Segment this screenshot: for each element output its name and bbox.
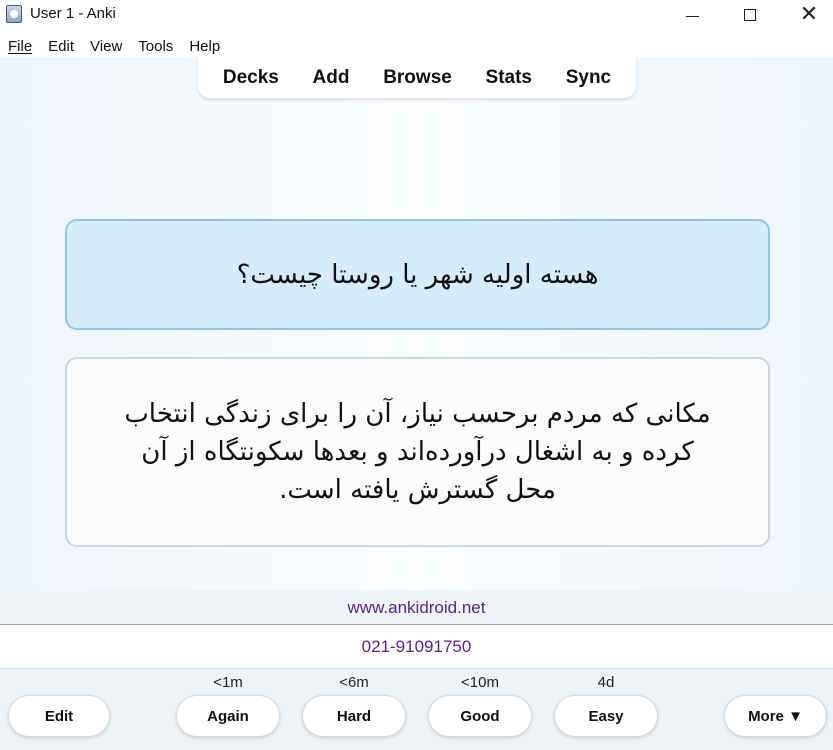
close-icon: ✕ bbox=[799, 2, 819, 27]
review-area: Decks Add Browse Stats Sync هسته اولیه ش… bbox=[0, 57, 833, 590]
top-toolbar: Decks Add Browse Stats Sync bbox=[198, 57, 636, 98]
menu-bar: File Edit View Tools Help bbox=[0, 34, 833, 58]
website-link[interactable]: www.ankidroid.net bbox=[348, 598, 486, 618]
toolbar-stats[interactable]: Stats bbox=[486, 67, 532, 89]
menu-view[interactable]: View bbox=[82, 38, 130, 55]
edit-label: Edit bbox=[44, 707, 74, 725]
toolbar-browse[interactable]: Browse bbox=[383, 67, 452, 89]
minimize-icon bbox=[685, 15, 699, 17]
menu-tools[interactable]: Tools bbox=[130, 38, 181, 55]
maximize-icon bbox=[744, 9, 756, 21]
toolbar-sync[interactable]: Sync bbox=[566, 67, 611, 89]
toolbar-add[interactable]: Add bbox=[313, 67, 350, 89]
good-label: Good bbox=[460, 707, 500, 725]
hard-interval: <6m bbox=[339, 674, 369, 691]
answer-text: مکانی که مردم برحسب نیاز، آن را برای زند… bbox=[124, 399, 711, 505]
easy-label: Easy bbox=[588, 707, 624, 725]
window-title: User 1 - Anki bbox=[30, 5, 116, 22]
question-text: هسته اولیه شهر یا روستا چیست؟ bbox=[236, 259, 599, 290]
answer-card: مکانی که مردم برحسب نیاز، آن را برای زند… bbox=[65, 357, 770, 547]
title-bar: User 1 - Anki ✕ bbox=[0, 0, 833, 30]
phone-number: 021-91091750 bbox=[361, 636, 472, 656]
menu-edit[interactable]: Edit bbox=[40, 38, 82, 55]
more-label: More ▼ bbox=[748, 707, 803, 725]
anki-app-icon bbox=[6, 5, 22, 23]
maximize-button[interactable] bbox=[720, 0, 780, 30]
question-card: هسته اولیه شهر یا روستا چیست؟ bbox=[65, 219, 770, 330]
easy-interval: 4d bbox=[597, 674, 615, 691]
close-button[interactable]: ✕ bbox=[779, 0, 833, 30]
website-band: www.ankidroid.net bbox=[0, 590, 833, 625]
menu-file[interactable]: File bbox=[0, 38, 40, 55]
again-button[interactable]: Again bbox=[176, 695, 280, 737]
again-label: Again bbox=[207, 707, 249, 725]
good-interval: <10m bbox=[461, 674, 499, 691]
again-interval: <1m bbox=[213, 674, 243, 691]
edit-button[interactable]: Edit bbox=[8, 695, 110, 737]
minimize-button[interactable] bbox=[662, 0, 722, 30]
phone-band: 021-91091750 bbox=[0, 625, 833, 668]
more-button[interactable]: More ▼ bbox=[724, 695, 827, 737]
hard-label: Hard bbox=[336, 707, 372, 725]
hard-button[interactable]: Hard bbox=[302, 695, 406, 737]
good-button[interactable]: Good bbox=[428, 695, 532, 737]
menu-help[interactable]: Help bbox=[181, 38, 228, 55]
answer-bar: <1m <6m <10m 4d Edit Again Hard Good Eas… bbox=[0, 668, 833, 750]
easy-button[interactable]: Easy bbox=[554, 695, 658, 737]
toolbar-decks[interactable]: Decks bbox=[223, 67, 279, 89]
